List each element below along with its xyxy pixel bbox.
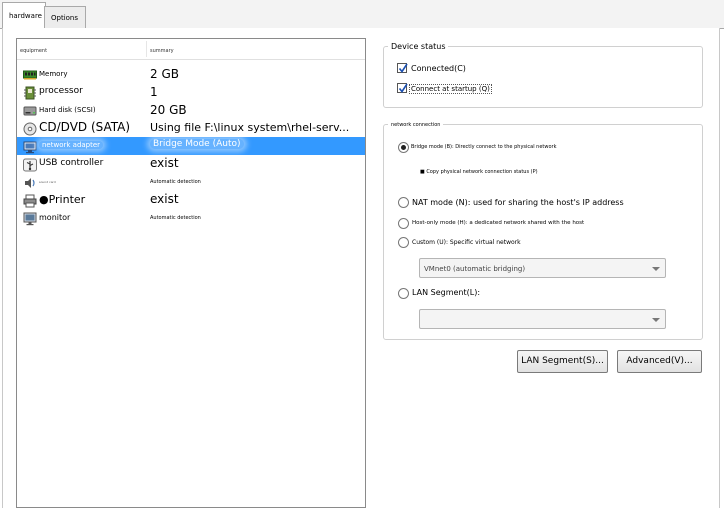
connect-at-startup-label[interactable]: Connect at startup (Q) (409, 84, 492, 94)
printer-icon (23, 193, 37, 208)
device-name: network adapter (39, 141, 104, 149)
device-summary: 2 GB (150, 67, 179, 81)
device-status-group: Device status Connected(C) Connect at st… (383, 42, 703, 108)
tab-options[interactable]: Options (44, 6, 86, 28)
column-divider (146, 41, 147, 57)
device-status-title: Device status (388, 42, 449, 51)
hard-disk-icon (23, 103, 37, 117)
host-only-mode-label[interactable]: Host-only mode (H): a dedicated network … (412, 220, 584, 226)
vmnet-select[interactable]: VMnet0 (automatic bridging) (419, 258, 666, 278)
chevron-down-icon (652, 318, 660, 322)
connected-label[interactable]: Connected(C) (411, 64, 466, 73)
device-row-monitor[interactable]: monitor Automatic detection (17, 209, 365, 227)
device-summary: Bridge Mode (Auto) (150, 139, 244, 149)
custom-network-label[interactable]: Custom (U): Specific virtual network (412, 239, 521, 246)
vmnet-select-value: VMnet0 (automatic bridging) (424, 265, 526, 273)
device-list-header: equipment summary (17, 39, 365, 60)
column-summary[interactable]: summary (150, 48, 174, 54)
cd-dvd-icon (23, 121, 37, 136)
device-summary: Using file F:\linux system\rhel-serv... (150, 121, 350, 134)
nat-mode-label[interactable]: NAT mode (N): used for sharing the host'… (412, 198, 624, 207)
monitor-icon (23, 211, 37, 226)
copy-physical-status-checkbox[interactable]: ■ Copy physical network connection statu… (420, 169, 538, 175)
bridge-mode-radio[interactable] (398, 142, 409, 153)
lan-segments-button[interactable]: LAN Segment(S)... (517, 350, 608, 373)
column-equipment[interactable]: equipment (20, 48, 47, 54)
device-summary: exist (150, 156, 179, 170)
device-row-cd-dvd[interactable]: CD/DVD (SATA) Using file F:\linux system… (17, 119, 365, 137)
device-name: sound card (39, 180, 56, 184)
device-summary: Automatic detection (150, 179, 201, 185)
device-row-printer[interactable]: ●Printer exist (17, 191, 365, 209)
tab-hardware-label: hardware (9, 12, 42, 20)
device-name: processor (39, 86, 83, 96)
chevron-down-icon (652, 267, 660, 271)
device-list[interactable]: equipment summary Memory 2 GB processor … (16, 38, 366, 508)
device-summary: exist (150, 192, 179, 206)
lan-segment-radio[interactable] (398, 288, 409, 299)
device-row-memory[interactable]: Memory 2 GB (17, 65, 365, 83)
sound-card-icon (23, 175, 37, 189)
connected-checkbox[interactable] (397, 63, 408, 73)
device-row-usb-controller[interactable]: USB controller exist (17, 155, 365, 173)
custom-network-radio[interactable] (398, 237, 409, 248)
nat-mode-radio[interactable] (398, 197, 409, 208)
connect-at-startup-checkbox[interactable] (397, 83, 408, 93)
device-summary: 1 (150, 85, 158, 99)
tab-hardware[interactable]: hardware (2, 2, 46, 29)
bridge-mode-label[interactable]: Bridge mode (B): Directly connect to the… (411, 144, 557, 150)
device-name: Hard disk (SCSI) (39, 106, 96, 114)
device-summary: Automatic detection (150, 215, 201, 221)
memory-icon (23, 67, 37, 81)
device-summary: 20 GB (150, 103, 187, 117)
device-row-network-adapter[interactable]: network adapter Bridge Mode (Auto) (17, 137, 365, 155)
tab-strip: hardware Options (0, 0, 724, 29)
network-connection-group: network connection Bridge mode (B): Dire… (383, 122, 703, 340)
device-name: ●Printer (39, 193, 86, 206)
tab-options-label: Options (51, 14, 79, 22)
device-row-hard-disk[interactable]: Hard disk (SCSI) 20 GB (17, 101, 365, 119)
device-name: USB controller (39, 158, 104, 168)
advanced-button[interactable]: Advanced(V)... (617, 350, 702, 373)
device-row-processor[interactable]: processor 1 (17, 83, 365, 101)
lan-segment-label[interactable]: LAN Segment(L): (412, 288, 480, 297)
processor-icon (23, 85, 37, 100)
host-only-mode-radio[interactable] (398, 218, 409, 229)
network-adapter-icon (23, 139, 37, 154)
usb-icon (23, 157, 37, 172)
lan-segment-select[interactable] (419, 309, 666, 329)
network-connection-title: network connection (388, 122, 444, 128)
device-name: CD/DVD (SATA) (39, 120, 131, 134)
device-name: monitor (39, 213, 71, 222)
device-name: Memory (39, 70, 68, 78)
device-row-sound-card[interactable]: sound card Automatic detection (17, 173, 365, 191)
